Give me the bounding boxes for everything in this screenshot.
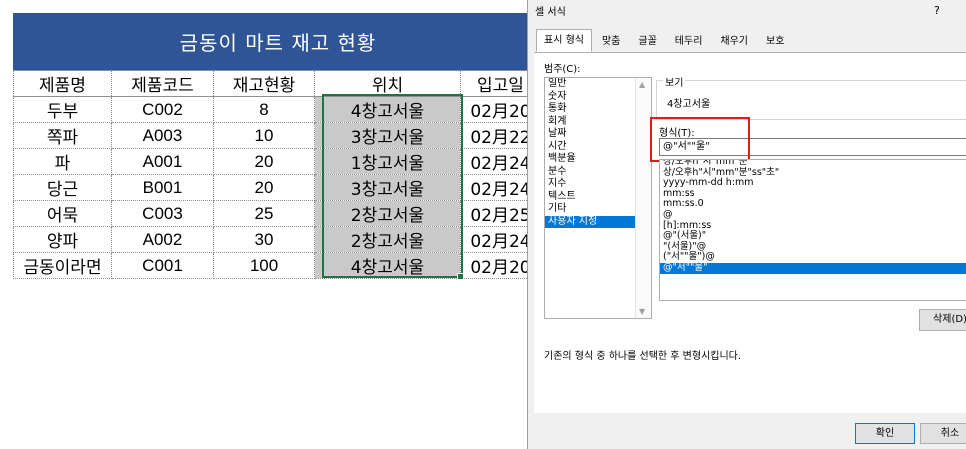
tab-4[interactable]: 채우기: [712, 31, 756, 52]
tab-5[interactable]: 보호: [758, 31, 792, 52]
table-cell[interactable]: 8: [213, 96, 315, 123]
table-cell[interactable]: 20: [213, 174, 315, 201]
cancel-button[interactable]: 취소: [920, 423, 966, 444]
format-type-item[interactable]: @: [660, 209, 966, 221]
table-cell[interactable]: 10: [213, 122, 315, 149]
table-cell[interactable]: 2창고서울: [314, 200, 461, 227]
inventory-table: 제품명 제품코드 재고현황 위치 입고일 두부 C002 8 4창고서울 02月20 쪽파 A003…: [13, 70, 541, 279]
tab-3[interactable]: 테두리: [667, 31, 711, 52]
table-cell[interactable]: 25: [213, 200, 315, 227]
table-cell[interactable]: C003: [111, 200, 214, 227]
table-row: 양파 A002 30 2창고서울 02月24: [13, 226, 541, 253]
category-list[interactable]: 일반 숫자 통화 회계 날짜 시간 백분율 분수 지수 텍스트 기타 사용자 지정 ▲ ▼: [544, 77, 652, 319]
format-type-item[interactable]: @"서""울": [660, 262, 966, 274]
help-button[interactable]: ?: [934, 4, 940, 17]
format-cells-dialog: 셀 서식 ? 표시 형식 맞춤 글꼴 테두리 채우기 보호 범주(C): 일반 숫자 통화 회계…: [527, 0, 966, 449]
column-header[interactable]: 위치: [314, 70, 461, 97]
column-header[interactable]: 제품명: [13, 70, 112, 97]
format-type-list[interactable]: 상/오후h"시"mm"분" 상/오후h"시"mm"분"ss"초" yyyy-mm-d…: [659, 159, 966, 301]
spreadsheet: 금동이 마트 재고 현황 제품명 제품코드 재고현황 위치 입고일 두부 C002 8 4창고…: [0, 0, 560, 449]
tab-2[interactable]: 글꼴: [630, 31, 664, 52]
table-cell[interactable]: C002: [111, 96, 214, 123]
table-row: 파 A001 20 1창고서울 02月24: [13, 148, 541, 175]
table-cell[interactable]: 4창고서울: [314, 252, 461, 279]
sheet-title[interactable]: 금동이 마트 재고 현황: [13, 13, 543, 70]
table-cell[interactable]: 어묵: [13, 200, 112, 227]
scroll-up-icon[interactable]: ▲: [639, 80, 645, 89]
table-row: 쪽파 A003 10 3창고서울 02月22: [13, 122, 541, 149]
table-cell[interactable]: 30: [213, 226, 315, 253]
preview-value: 4창고서울: [667, 99, 711, 110]
table-cell[interactable]: 3창고서울: [314, 122, 461, 149]
table-cell[interactable]: A001: [111, 148, 214, 175]
header-row: 제품명 제품코드 재고현황 위치 입고일: [13, 70, 541, 97]
scroll-down-icon[interactable]: ▼: [639, 307, 645, 316]
type-label: 형식(T):: [659, 128, 695, 139]
table-cell[interactable]: 파: [13, 148, 112, 175]
ok-button[interactable]: 확인: [855, 423, 915, 444]
table-cell[interactable]: A003: [111, 122, 214, 149]
description-text: 기존의 형식 중 하나를 선택한 후 변형시킵니다.: [544, 351, 742, 362]
dialog-title: 셀 서식: [535, 7, 566, 18]
table-row: 두부 C002 8 4창고서울 02月20: [13, 96, 541, 123]
column-header[interactable]: 제품코드: [111, 70, 214, 97]
table-cell[interactable]: 100: [213, 252, 315, 279]
table-cell[interactable]: 두부: [13, 96, 112, 123]
table-cell[interactable]: C001: [111, 252, 214, 279]
table-cell[interactable]: 1창고서울: [314, 148, 461, 175]
tab-0[interactable]: 표시 형식: [536, 29, 592, 52]
tab-1[interactable]: 맞춤: [594, 31, 628, 52]
table-cell[interactable]: 쪽파: [13, 122, 112, 149]
table-row: 어묵 C003 25 2창고서울 02月25: [13, 200, 541, 227]
table-cell[interactable]: 금동이라면: [13, 252, 112, 279]
category-scrollbar[interactable]: ▲ ▼: [635, 78, 651, 318]
table-cell[interactable]: B001: [111, 174, 214, 201]
number-tab-panel: 범주(C): 일반 숫자 통화 회계 날짜 시간 백분율 분수 지수 텍스트 기타 사용자 지정 ▲ …: [534, 52, 966, 413]
column-header[interactable]: 재고현황: [213, 70, 315, 97]
fill-handle[interactable]: [457, 273, 464, 280]
table-cell[interactable]: 당근: [13, 174, 112, 201]
format-type-item[interactable]: mm:ss.0: [660, 199, 966, 210]
format-type-item[interactable]: mm:ss: [660, 188, 966, 200]
delete-button[interactable]: 삭제(D): [919, 309, 966, 331]
table-cell[interactable]: 3창고서울: [314, 174, 461, 201]
table-cell[interactable]: 양파: [13, 226, 112, 253]
type-input[interactable]: @"서""울": [659, 138, 966, 156]
format-type-item[interactable]: yyyy-mm-dd h:mm: [660, 178, 966, 189]
category-label: 범주(C):: [544, 64, 581, 75]
preview-label: 보기: [663, 74, 686, 89]
dialog-tabs: 표시 형식 맞춤 글꼴 테두리 채우기 보호: [536, 29, 794, 52]
table-cell[interactable]: 2창고서울: [314, 226, 461, 253]
table-cell[interactable]: 20: [213, 148, 315, 175]
preview-group: 보기 4창고서울: [656, 74, 966, 120]
table-cell[interactable]: 4창고서울: [314, 96, 461, 123]
table-cell[interactable]: A002: [111, 226, 214, 253]
table-row: 당근 B001 20 3창고서울 02月24: [13, 174, 541, 201]
